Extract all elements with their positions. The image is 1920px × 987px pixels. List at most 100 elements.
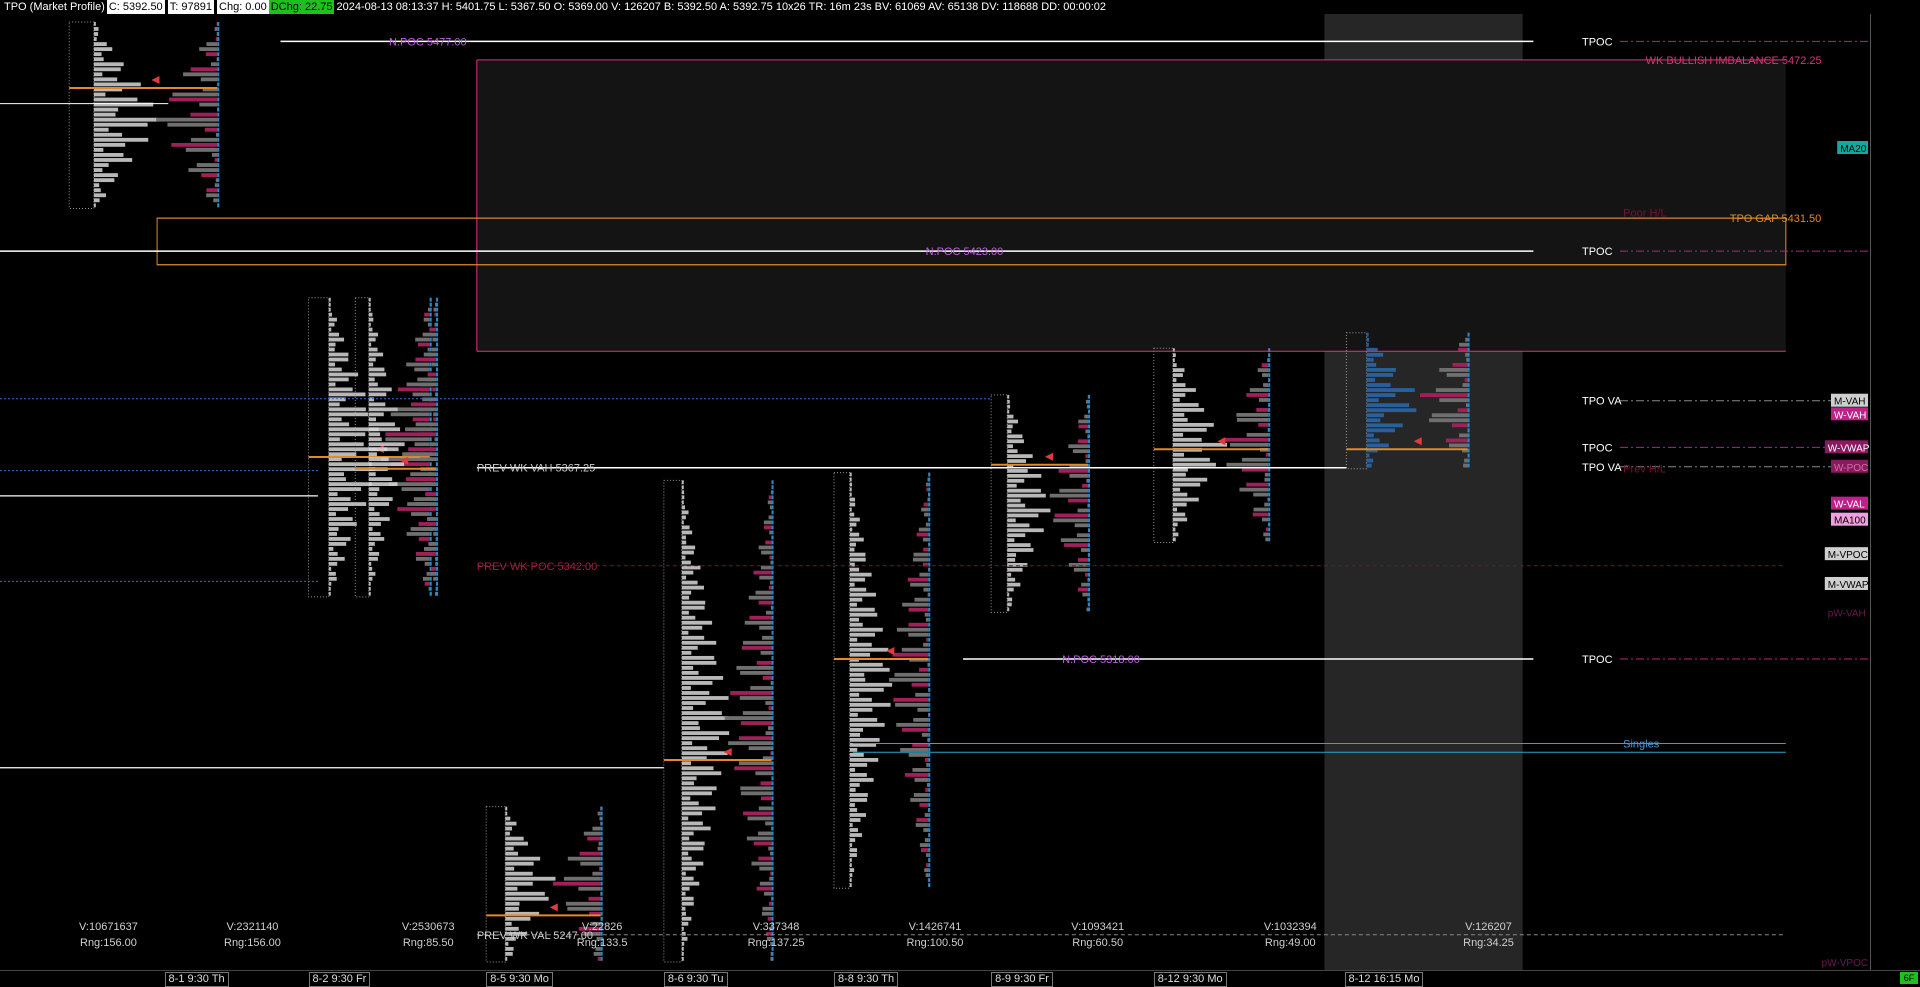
volume-row — [598, 841, 601, 846]
tpo-row — [849, 642, 872, 647]
tpo-row — [849, 732, 861, 737]
volume-row — [908, 632, 929, 637]
tpo-row — [368, 586, 371, 591]
volume-row — [760, 650, 772, 655]
tpo-row — [849, 752, 864, 757]
volume-row — [1082, 592, 1089, 597]
volume-tick — [600, 821, 603, 826]
volume-row — [915, 823, 929, 827]
date-axis[interactable]: 8-1 9:30 Th 8-2 9:30 Fr 8-5 9:30 Mo 8-6 9:3… — [0, 970, 1920, 987]
tpo-row — [1172, 358, 1175, 363]
volume-row — [434, 312, 437, 317]
volume-tick — [928, 622, 931, 627]
volume-tick — [771, 741, 774, 746]
tpo-row — [505, 861, 534, 866]
tpo-row — [368, 581, 371, 586]
volume-row — [567, 906, 601, 911]
price-badge-label: MA20 — [1840, 144, 1867, 155]
volume-tick — [1088, 572, 1091, 577]
tpo-row — [681, 866, 696, 871]
volume-tick — [928, 727, 931, 732]
volume-tick — [928, 798, 931, 802]
volume-tick — [436, 487, 439, 491]
volume-row — [1069, 473, 1089, 478]
price-axis[interactable] — [1870, 14, 1920, 972]
tpo-row — [849, 803, 855, 807]
volume-tick — [429, 297, 432, 302]
session-marker-icon — [151, 76, 160, 85]
volume-row — [751, 861, 772, 866]
tpo-row — [93, 97, 138, 102]
tpo-row — [328, 487, 362, 491]
volume-tick — [436, 332, 439, 337]
volume-row — [567, 856, 601, 861]
volume-tick — [1467, 332, 1470, 337]
volume-row — [768, 495, 772, 500]
tpo-row — [1366, 423, 1403, 428]
tpo-row — [1366, 352, 1384, 357]
volume-row — [893, 697, 929, 702]
volume-tick — [600, 956, 603, 961]
tpo-row — [328, 332, 340, 337]
volume-tick — [1467, 423, 1470, 428]
volume-tick — [928, 848, 931, 852]
volume-tick — [928, 863, 931, 867]
tpoc-label: TPO VA — [1582, 462, 1622, 474]
volume-row — [214, 27, 218, 31]
tpo-row — [849, 712, 858, 717]
volume-row — [926, 763, 929, 767]
volume-tick — [771, 550, 774, 555]
volume-tick — [928, 642, 931, 647]
volume-tick — [771, 796, 774, 801]
tpo-row — [681, 600, 706, 605]
tpo-chart-canvas[interactable]: V:10671637 Rng:156.00 V:2321140 Rng:156.00 V… — [0, 0, 1920, 986]
volume-tick — [436, 482, 439, 487]
volume-tick — [928, 793, 931, 797]
volume-row — [746, 836, 772, 841]
tpo-row — [368, 442, 405, 447]
tpo-row — [681, 635, 705, 640]
tpo-row — [681, 856, 692, 861]
volume-row — [758, 831, 772, 836]
volume-tick — [928, 843, 931, 847]
tpo-row — [1172, 442, 1228, 447]
volume-row — [1261, 363, 1269, 368]
tpo-row — [328, 402, 340, 407]
tpo-row — [328, 372, 359, 377]
volume-tick — [436, 507, 439, 511]
volume-row — [415, 337, 430, 342]
volume-tick — [928, 868, 931, 872]
volume-tick — [771, 806, 774, 811]
volume-tick — [1268, 358, 1271, 363]
volume-tick — [436, 387, 439, 392]
tpo-row — [1007, 602, 1012, 607]
tpo-row — [328, 377, 349, 382]
tpo-row — [681, 480, 684, 485]
volume-tick — [928, 747, 931, 752]
volume-row — [1085, 572, 1089, 577]
volume-tick — [928, 803, 931, 807]
volume-tick — [928, 712, 931, 717]
volume-tick — [217, 57, 220, 62]
volume-tick — [600, 876, 603, 881]
volume-row — [1258, 422, 1269, 427]
volume-tick — [771, 761, 774, 766]
tpo-row — [681, 721, 699, 725]
tpo-row — [328, 576, 337, 581]
volume-row — [1435, 388, 1468, 392]
volume-tick — [1088, 528, 1091, 533]
tpo-row — [681, 655, 715, 660]
volume-row — [433, 307, 437, 312]
axis-settings-button[interactable]: 6F — [1900, 972, 1918, 984]
volume-row — [1258, 398, 1269, 402]
volume-row — [1086, 399, 1089, 404]
volume-tick — [1268, 492, 1271, 497]
tpo-row — [505, 886, 518, 891]
volume-row — [1264, 502, 1269, 507]
tpo-row — [1007, 488, 1041, 493]
volume-row — [1085, 454, 1089, 458]
volume-row — [1236, 413, 1269, 417]
volume-tick — [217, 193, 220, 198]
volume-row — [911, 682, 929, 687]
tpo-row — [1007, 607, 1010, 612]
